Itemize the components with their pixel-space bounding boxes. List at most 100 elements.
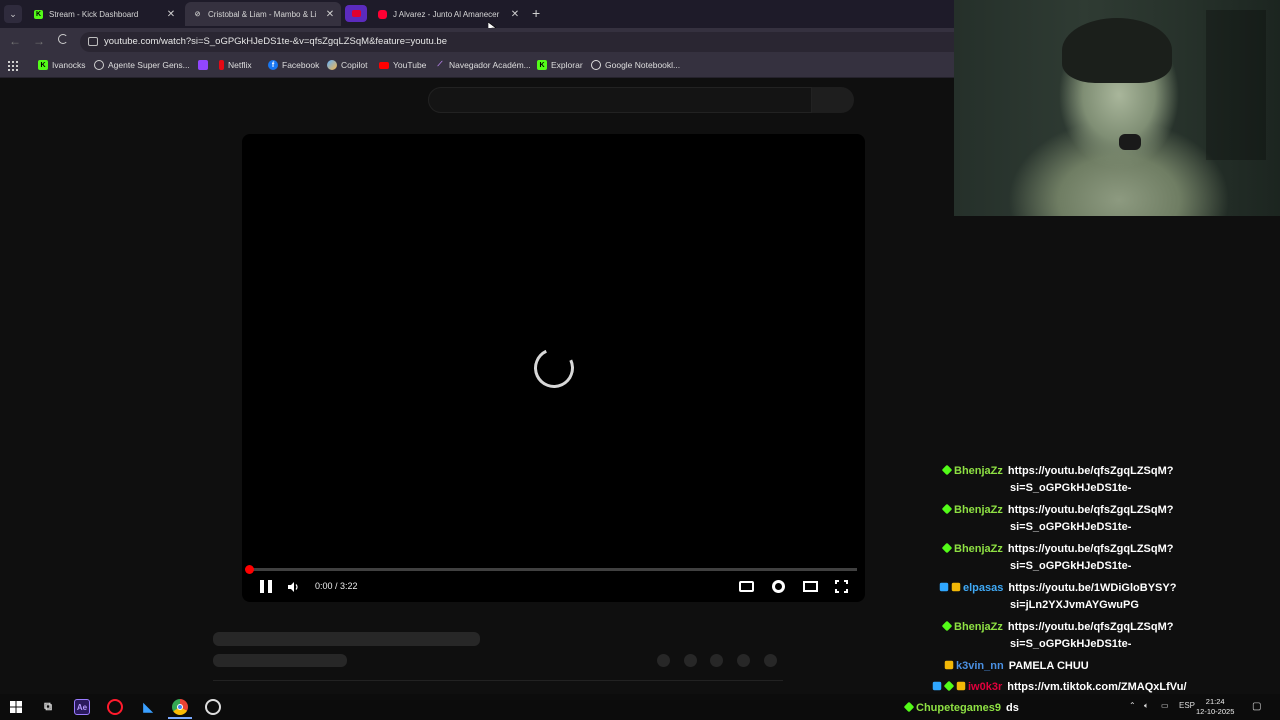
kick-badge-icon xyxy=(941,503,953,515)
chat-username[interactable]: k3vin_nn xyxy=(956,660,1004,672)
media-playing-tab[interactable] xyxy=(345,5,367,22)
bookmark-facebook[interactable]: f Facebook xyxy=(268,60,319,70)
progress-bar[interactable] xyxy=(250,568,857,571)
bookmark-label: Google Notebookl... xyxy=(605,60,681,70)
bookmark-label: Ivanocks xyxy=(52,60,86,70)
bookmark-youtube[interactable]: YouTube xyxy=(379,60,426,70)
chat-text-continued: si=S_oGPGkHJeDS1te- xyxy=(1010,560,1132,572)
channel-skeleton xyxy=(213,654,347,667)
task-view-icon[interactable]: ⧉ xyxy=(40,699,56,715)
close-tab-icon[interactable]: ✕ xyxy=(323,9,337,20)
close-tab-icon[interactable]: ✕ xyxy=(164,9,178,20)
bookmark-agente-super[interactable]: Agente Super Gens... xyxy=(94,60,190,70)
chat-text[interactable]: https://vm.tiktok.com/ZMAQxLfVu/ xyxy=(1007,681,1186,693)
obs-icon[interactable] xyxy=(205,699,221,715)
search-input-skeleton[interactable] xyxy=(428,87,812,113)
volume-icon[interactable] xyxy=(288,582,300,592)
chat-username[interactable]: elpasas xyxy=(963,582,1003,594)
bookmark-explorar[interactable]: K Explorar xyxy=(537,60,583,70)
show-hidden-icons-icon[interactable]: ⌃ xyxy=(1129,701,1136,710)
kick-icon: K xyxy=(34,9,43,19)
tab-kick-dashboard[interactable]: K Stream - Kick Dashboard ✕ xyxy=(26,2,182,26)
action-skeleton xyxy=(764,654,777,667)
language-indicator[interactable]: ESP xyxy=(1179,701,1195,710)
chat-message: Chupetegames9 ds xyxy=(903,700,1019,717)
chrome-icon[interactable] xyxy=(172,699,188,715)
headset-mic-icon xyxy=(1119,134,1141,150)
bookmark-navegador-academico[interactable]: ⟋ Navegador Académ... xyxy=(435,60,531,70)
title-skeleton xyxy=(213,632,480,646)
background-shelf xyxy=(1206,10,1266,160)
system-clock[interactable]: 21:24 12-10-2025 xyxy=(1196,697,1234,717)
pause-icon[interactable] xyxy=(260,580,272,593)
apps-grid-icon[interactable] xyxy=(8,61,18,71)
notebooklm-icon xyxy=(591,60,601,70)
windows-start-icon[interactable] xyxy=(10,701,22,713)
site-info-icon[interactable] xyxy=(88,37,98,46)
bookmark-label: Facebook xyxy=(282,60,320,70)
video-player[interactable]: 0:00 / 3:22 xyxy=(242,134,865,602)
bookmark-ivanocks[interactable]: K Ivanocks xyxy=(38,60,86,70)
tab-search-button[interactable]: ⌄ xyxy=(4,5,22,23)
bookmark-netflix[interactable]: Netflix xyxy=(219,60,252,70)
scrubber-handle[interactable] xyxy=(245,565,254,574)
netflix-icon xyxy=(219,60,224,70)
bookmark-label: YouTube xyxy=(393,60,427,70)
chat-username[interactable]: Chupetegames9 xyxy=(916,702,1001,714)
crown-badge-icon xyxy=(956,681,966,691)
chat-text[interactable]: PAMELA CHUU xyxy=(1009,660,1089,672)
chat-text-continued: si=S_oGPGkHJeDS1te- xyxy=(1010,638,1132,650)
bookmark-twitch[interactable] xyxy=(198,60,212,70)
bookmark-notebooklm[interactable]: Google Notebookl... xyxy=(591,60,680,70)
new-tab-button[interactable]: + xyxy=(532,5,540,21)
bookmark-label: Navegador Académ... xyxy=(449,60,531,70)
scholar-icon: ⟋ xyxy=(437,61,443,68)
bookmark-label: Copilot xyxy=(341,60,368,70)
clock-time: 21:24 xyxy=(1205,697,1225,706)
theater-mode-icon[interactable] xyxy=(803,581,818,592)
visual-studio-icon[interactable]: ◣ xyxy=(140,699,156,715)
chat-username[interactable]: BhenjaZz xyxy=(954,465,1003,477)
notification-center-icon[interactable]: ▢ xyxy=(1252,701,1261,712)
bookmark-copilot[interactable]: Copilot xyxy=(327,60,367,70)
volume-tray-icon[interactable]: 🔈︎ xyxy=(1144,701,1149,711)
action-skeleton xyxy=(737,654,750,667)
chat-message: k3vin_nn PAMELA CHUU xyxy=(944,658,1089,675)
tab-title: Cristobal & Liam - Mambo & Li xyxy=(208,9,317,19)
reload-icon[interactable] xyxy=(58,34,68,44)
crown-badge-icon xyxy=(951,582,961,592)
youtube-icon xyxy=(379,61,389,69)
chat-username[interactable]: BhenjaZz xyxy=(954,504,1003,516)
chat-text[interactable]: https://youtu.be/qfsZgqLZSqM? xyxy=(1008,504,1174,516)
twitch-icon xyxy=(198,60,208,70)
fullscreen-icon[interactable] xyxy=(835,580,848,593)
chat-message: BhenjaZz https://youtu.be/qfsZgqLZSqM? si… xyxy=(941,463,1174,494)
opera-icon[interactable] xyxy=(107,699,123,715)
network-icon[interactable]: ▭ xyxy=(1161,701,1169,710)
chat-message: elpasas https://youtu.be/1WDiGloBYSY? si=… xyxy=(939,580,1176,611)
after-effects-icon[interactable]: Ae xyxy=(74,699,90,715)
chat-text[interactable]: https://youtu.be/qfsZgqLZSqM? xyxy=(1008,543,1174,555)
youtube-icon xyxy=(351,10,361,17)
agent-icon xyxy=(94,60,104,70)
chat-text[interactable]: https://youtu.be/1WDiGloBYSY? xyxy=(1008,582,1176,594)
search-button-skeleton[interactable] xyxy=(812,87,854,113)
forward-button[interactable]: → xyxy=(33,34,45,48)
settings-gear-icon[interactable] xyxy=(772,580,785,593)
chat-username[interactable]: BhenjaZz xyxy=(954,543,1003,555)
kick-badge-icon xyxy=(941,620,953,632)
webcam-overlay xyxy=(954,0,1280,216)
kick-icon: K xyxy=(537,60,547,70)
link-icon: ⊘ xyxy=(194,11,201,18)
tab-j-alvarez[interactable]: J Alvarez - Junto Al Amanecer ✕ xyxy=(370,2,526,26)
chat-text[interactable]: ds xyxy=(1006,702,1019,714)
subtitles-icon[interactable] xyxy=(739,581,754,592)
tab-cristobal-liam[interactable]: ⊘ Cristobal & Liam - Mambo & Li ✕ xyxy=(185,2,341,26)
chat-text[interactable]: https://youtu.be/qfsZgqLZSqM? xyxy=(1008,621,1174,633)
chat-username[interactable]: iw0k3r xyxy=(968,681,1002,693)
close-tab-icon[interactable]: ✕ xyxy=(508,9,522,20)
kick-badge-icon xyxy=(943,680,955,692)
chat-username[interactable]: BhenjaZz xyxy=(954,621,1003,633)
chat-text[interactable]: https://youtu.be/qfsZgqLZSqM? xyxy=(1008,465,1174,477)
back-button[interactable]: ← xyxy=(9,34,21,48)
